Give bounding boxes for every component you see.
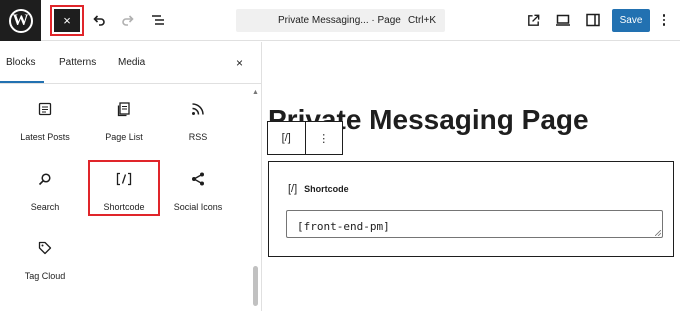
block-social-icons[interactable]: Social Icons [162,170,234,212]
close-panel-icon[interactable]: × [236,56,243,70]
tab-patterns[interactable]: Patterns [59,57,96,68]
tab-media[interactable]: Media [118,57,145,68]
keyboard-shortcut: Ctrl+K [407,15,436,26]
block-label: Page List [105,132,143,142]
document-overview-button[interactable] [148,10,168,30]
sidebar-panel-icon [586,13,600,27]
more-vertical-icon: ⋮ [318,132,330,145]
editor-header: W × Private Messaging... · Page Ctrl+K S… [0,0,680,41]
latest-posts-icon [38,102,52,116]
page-list-icon [117,101,130,116]
tag-icon [38,241,52,255]
block-inserter-panel: Blocks Patterns Media × Latest Posts Pag… [0,42,262,311]
block-type-button[interactable]: [/] [268,122,305,154]
tab-blocks[interactable]: Blocks [6,57,35,68]
block-search[interactable]: Search [9,170,81,212]
document-title: Private Messaging... · Page [278,15,401,26]
desktop-icon [556,14,570,26]
inserter-tabs: Blocks Patterns Media × [0,42,261,84]
command-palette-bar[interactable]: Private Messaging... · Page Ctrl+K [236,9,445,32]
editor-canvas: Private Messaging Page [/] ⋮ [/] Shortco… [263,42,680,311]
options-menu-icon[interactable] [658,10,670,30]
view-page-button[interactable] [523,10,543,30]
block-rss[interactable]: RSS [162,100,234,142]
sidebar-scrollbar[interactable]: ▲ [251,88,260,311]
scrollbar-thumb[interactable] [253,266,258,306]
block-label: Search [30,202,60,212]
block-label: Social Icons [173,202,223,212]
shortcode-highlight-frame [88,160,160,216]
wordpress-logo-button[interactable]: W [0,0,41,41]
block-page-list[interactable]: Page List [88,100,160,142]
rss-icon [192,103,204,115]
share-icon [192,172,204,186]
active-tab-indicator [0,81,44,83]
block-toolbar: [/] ⋮ [267,121,343,155]
shortcode-icon: [/] [288,183,298,195]
wordpress-logo-icon: W [8,8,33,33]
settings-sidebar-button[interactable] [583,10,603,30]
shortcode-value: [front-end-pm] [297,220,390,233]
shortcode-icon: [/] [281,132,291,144]
block-latest-posts[interactable]: Latest Posts [9,100,81,142]
list-view-icon [152,15,164,25]
block-tag-cloud[interactable]: Tag Cloud [9,239,81,281]
block-label: Latest Posts [20,132,70,142]
redo-button[interactable] [118,10,138,30]
block-options-button[interactable]: ⋮ [305,122,342,154]
shortcode-block-label: [/] Shortcode [288,183,349,195]
external-link-icon [527,14,539,26]
close-icon: × [54,9,80,32]
resize-handle-icon[interactable] [655,230,661,236]
undo-button[interactable] [89,10,109,30]
save-button[interactable]: Save [612,9,650,32]
scroll-up-arrow-icon[interactable]: ▲ [251,88,260,96]
redo-icon [122,15,134,26]
shortcode-input[interactable]: [front-end-pm] [286,210,663,238]
search-icon [38,173,51,186]
close-inserter-button[interactable]: × [50,5,84,36]
shortcode-label-text: Shortcode [304,184,349,194]
block-label: RSS [188,132,208,142]
undo-icon [93,15,105,26]
preview-device-button[interactable] [553,10,573,30]
shortcode-block[interactable]: [/] Shortcode [front-end-pm] [268,161,674,257]
block-label: Tag Cloud [24,271,66,281]
